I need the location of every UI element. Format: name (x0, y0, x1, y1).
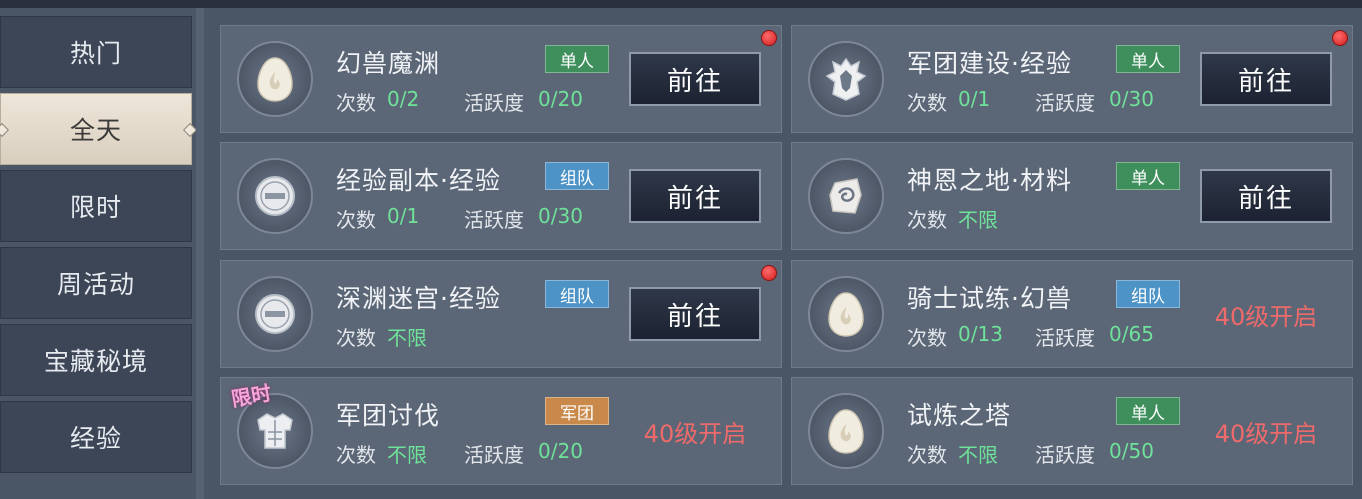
activity-card-guild-construction: 军团建设·经验 单人 次数 0/1 活跃度 0/30 前往 (791, 25, 1353, 133)
sidebar-item-all-day[interactable]: 全天 (0, 93, 192, 165)
activity-card-guild-crusade: 限时 军团讨伐 军团 次数 不限 活跃度 0/20 40级开启 (220, 377, 782, 485)
mode-tag: 组队 (1116, 280, 1180, 308)
rune-stone-icon (808, 158, 884, 234)
activity-title: 神恩之地·材料 (907, 166, 1072, 195)
sidebar-item-label: 宝藏秘境 (43, 347, 148, 376)
count-value: 0/1 (958, 87, 991, 111)
count-label: 次数 (907, 91, 947, 115)
count-value: 0/13 (958, 322, 1003, 346)
sidebar-item-label: 周活动 (56, 270, 135, 299)
activity-value: 0/50 (1109, 439, 1154, 463)
activity-title: 军团讨伐 (336, 401, 441, 430)
mode-tag: 单人 (1116, 162, 1180, 190)
activity-card-exp-dungeon: 经验副本·经验 组队 次数 0/1 活跃度 0/30 前往 (220, 142, 782, 250)
sidebar-item-weekly[interactable]: 周活动 (0, 247, 192, 319)
sidebar-item-label: 经验 (69, 424, 122, 453)
top-bar (0, 0, 1362, 8)
count-value: 0/2 (387, 87, 420, 111)
mode-tag: 单人 (1116, 45, 1180, 73)
go-button[interactable]: 前往 (629, 52, 761, 106)
activity-label: 活跃度 (1035, 443, 1095, 467)
count-label: 次数 (336, 326, 376, 350)
sidebar-item-treasure-realm[interactable]: 宝藏秘境 (0, 324, 192, 396)
mode-tag: 单人 (545, 45, 609, 73)
notification-dot (761, 265, 777, 281)
activity-value: 0/30 (538, 204, 583, 228)
guild-crest-icon (808, 41, 884, 117)
activity-value: 0/20 (538, 439, 583, 463)
unlock-level-text: 40级开启 (1214, 303, 1318, 331)
activity-card-knight-trial: 骑士试练·幻兽 组队 次数 0/13 活跃度 0/65 40级开启 (791, 260, 1353, 368)
count-label: 次数 (336, 443, 376, 467)
activity-label: 活跃度 (464, 208, 524, 232)
activity-card-trial-tower: 试炼之塔 单人 次数 不限 活跃度 0/50 40级开启 (791, 377, 1353, 485)
count-value: 不限 (387, 443, 427, 467)
count-label: 次数 (336, 208, 376, 232)
egg-icon (808, 276, 884, 352)
activity-title: 幻兽魔渊 (336, 49, 441, 78)
notification-dot (1332, 30, 1348, 46)
activity-title: 试炼之塔 (907, 401, 1012, 430)
count-label: 次数 (907, 443, 947, 467)
mode-tag: 组队 (545, 162, 609, 190)
activity-value: 0/30 (1109, 87, 1154, 111)
exp-badge-icon (237, 276, 313, 352)
activity-label: 活跃度 (464, 443, 524, 467)
exp-badge-icon (237, 158, 313, 234)
count-value: 不限 (387, 326, 427, 350)
activity-card-abyss-maze: 深渊迷宫·经验 组队 次数 不限 前往 (220, 260, 782, 368)
count-label: 次数 (907, 208, 947, 232)
unlock-level-text: 40级开启 (1214, 420, 1318, 448)
count-value: 0/1 (387, 204, 420, 228)
mode-tag: 单人 (1116, 397, 1180, 425)
count-value: 不限 (958, 208, 998, 232)
unlock-level-text: 40级开启 (643, 420, 747, 448)
sidebar-item-hot[interactable]: 热门 (0, 16, 192, 88)
activity-title: 骑士试练·幻兽 (907, 284, 1072, 313)
egg-icon (237, 41, 313, 117)
activity-value: 0/65 (1109, 322, 1154, 346)
mode-tag: 组队 (545, 280, 609, 308)
go-button[interactable]: 前往 (1200, 52, 1332, 106)
go-button[interactable]: 前往 (1200, 169, 1332, 223)
activity-title: 经验副本·经验 (336, 166, 501, 195)
count-label: 次数 (907, 326, 947, 350)
sidebar-item-label: 全天 (69, 116, 122, 145)
sidebar-item-limited[interactable]: 限时 (0, 170, 192, 242)
activity-value: 0/20 (538, 87, 583, 111)
activity-label: 活跃度 (464, 91, 524, 115)
sidebar-item-label: 热门 (69, 39, 122, 68)
activity-label: 活跃度 (1035, 326, 1095, 350)
egg-icon (808, 393, 884, 469)
panel-divider (196, 8, 204, 499)
sidebar-item-label: 限时 (69, 193, 122, 222)
activity-title: 深渊迷宫·经验 (336, 284, 501, 313)
mode-tag: 军团 (545, 397, 609, 425)
count-label: 次数 (336, 91, 376, 115)
activity-card-blessed-land: 神恩之地·材料 单人 次数 不限 前往 (791, 142, 1353, 250)
count-value: 不限 (958, 443, 998, 467)
activity-label: 活跃度 (1035, 91, 1095, 115)
notification-dot (761, 30, 777, 46)
sidebar-item-experience[interactable]: 经验 (0, 401, 192, 473)
go-button[interactable]: 前往 (629, 287, 761, 341)
activity-card-beast-abyss: 幻兽魔渊 单人 次数 0/2 活跃度 0/20 前往 (220, 25, 782, 133)
activity-title: 军团建设·经验 (907, 49, 1072, 78)
go-button[interactable]: 前往 (629, 169, 761, 223)
